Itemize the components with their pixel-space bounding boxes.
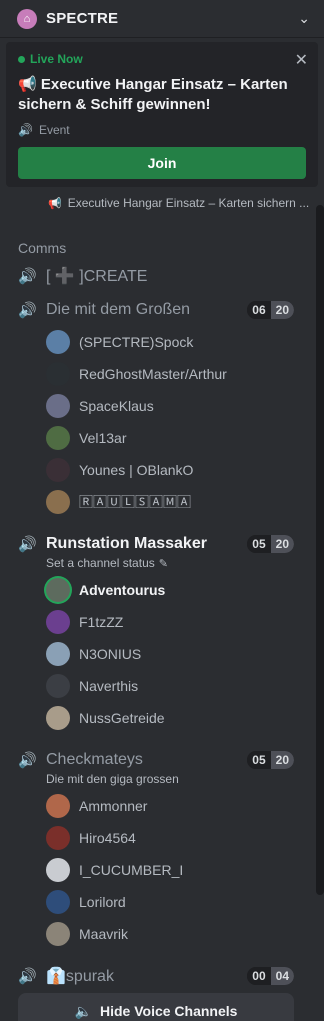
user-name: Younes | OBlankO <box>79 462 194 478</box>
user-name: Ammonner <box>79 798 148 814</box>
live-dot-icon <box>18 55 25 63</box>
user-limit: 20 <box>270 301 294 319</box>
voice-user[interactable]: 🅁🄰🅄🄻🅂🄰🄼🄰 <box>0 486 324 518</box>
user-count-badge: 05 20 <box>247 535 294 553</box>
scrollbar-thumb[interactable] <box>316 205 324 895</box>
channel-name: Runstation Massaker <box>46 535 207 552</box>
voice-user[interactable]: Vel13ar <box>0 422 324 454</box>
voice-channel[interactable]: 🔊 [ ➕ ]CREATE <box>0 260 324 292</box>
user-count-badge: 05 20 <box>247 751 294 769</box>
user-count: 05 <box>247 535 271 553</box>
live-label: Live Now <box>30 52 83 66</box>
voice-user[interactable]: Hiro4564 <box>0 822 324 854</box>
user-count-badge: 06 20 <box>247 301 294 319</box>
voice-channel-icon: 🔊 <box>18 268 37 285</box>
avatar <box>46 706 70 730</box>
user-limit: 04 <box>270 967 294 985</box>
user-name: Maavrik <box>79 926 129 942</box>
category-comms[interactable]: Comms <box>18 240 324 256</box>
speaker-icon: 🔊 <box>18 123 33 137</box>
hide-voice-channels-button[interactable]: 🔈 Hide Voice Channels <box>18 993 294 1021</box>
voice-user[interactable]: SpaceKlaus <box>0 390 324 422</box>
megaphone-icon: 📢 <box>48 197 62 210</box>
voice-user[interactable]: Ammonner <box>0 790 324 822</box>
megaphone-icon: 📢 <box>18 76 41 93</box>
avatar <box>46 394 70 418</box>
user-count: 06 <box>247 301 271 319</box>
voice-user[interactable]: Adventourus <box>0 574 324 606</box>
user-name: Adventourus <box>79 582 166 598</box>
voice-user[interactable]: F1tzZZ <box>0 606 324 638</box>
chevron-down-icon[interactable]: ⌄ <box>298 10 310 27</box>
user-name: Lorilord <box>79 894 126 910</box>
user-name: (SPECTRE)Spock <box>79 334 194 350</box>
avatar <box>46 362 70 386</box>
voice-user[interactable]: (SPECTRE)Spock <box>0 326 324 358</box>
voice-user[interactable]: Younes | OBlankO <box>0 454 324 486</box>
avatar <box>46 890 70 914</box>
speaker-icon: 🔈 <box>74 1002 92 1019</box>
avatar <box>46 458 70 482</box>
channel-list: 🔊[ ➕ ]CREATE 🔊 Die mit dem Großen 06 20 (SPEC… <box>0 260 324 992</box>
close-icon[interactable]: ✕ <box>295 50 308 70</box>
voice-user[interactable]: NussGetreide <box>0 702 324 734</box>
live-event-card: Live Now ✕ 📢 Executive Hangar Einsatz – … <box>6 42 318 187</box>
voice-channel[interactable]: 🔊 👔spurak 00 04 <box>0 960 324 992</box>
user-count: 00 <box>247 967 271 985</box>
channel-name: 👔spurak <box>46 968 114 985</box>
avatar <box>46 674 70 698</box>
channel-name: [ ➕ ]CREATE <box>46 268 148 285</box>
voice-channel-icon: 🔊 <box>18 752 37 769</box>
voice-channel[interactable]: 🔊 Die mit dem Großen 06 20 <box>0 294 324 326</box>
server-header[interactable]: ⌂ SPECTRE ⌄ <box>0 0 324 38</box>
avatar <box>46 922 70 946</box>
user-name: RedGhostMaster/Arthur <box>79 366 227 382</box>
voice-user[interactable]: Lorilord <box>0 886 324 918</box>
voice-user[interactable]: Maavrik <box>0 918 324 950</box>
voice-channel[interactable]: 🔊 Runstation Massaker 05 20 <box>0 528 324 560</box>
user-name: SpaceKlaus <box>79 398 154 414</box>
voice-user[interactable]: Naverthis <box>0 670 324 702</box>
user-limit: 20 <box>270 535 294 553</box>
user-name: Naverthis <box>79 678 139 694</box>
avatar <box>46 490 70 514</box>
house-icon: ⌂ <box>17 8 37 29</box>
channel-name: Die mit dem Großen <box>46 301 191 318</box>
join-button[interactable]: Join <box>18 147 306 179</box>
voice-channel-icon: 🔊 <box>18 968 37 985</box>
server-name: SPECTRE <box>46 10 119 27</box>
voice-channel[interactable]: 🔊 Checkmateys 05 20 <box>0 744 324 776</box>
avatar <box>46 642 70 666</box>
voice-user[interactable]: RedGhostMaster/Arthur <box>0 358 324 390</box>
user-name: F1tzZZ <box>79 614 124 630</box>
user-limit: 20 <box>270 751 294 769</box>
event-title: Executive Hangar Einsatz – Karten sicher… <box>18 76 288 113</box>
voice-channel-icon: 🔊 <box>18 536 37 553</box>
scrollbar[interactable] <box>316 205 324 895</box>
avatar <box>46 610 70 634</box>
avatar <box>46 578 70 602</box>
voice-channel-icon: 🔊 <box>18 302 37 319</box>
user-name: Hiro4564 <box>79 830 136 846</box>
user-name: N3ONIUS <box>79 646 142 662</box>
avatar <box>46 826 70 850</box>
channel-event-line[interactable]: 📢 Executive Hangar Einsatz – Karten sich… <box>48 196 324 210</box>
voice-user[interactable]: I_CUCUMBER_I <box>0 854 324 886</box>
voice-user[interactable]: N3ONIUS <box>0 638 324 670</box>
avatar <box>46 330 70 354</box>
avatar <box>46 794 70 818</box>
event-type: Event <box>38 123 70 137</box>
live-indicator: Live Now <box>18 52 306 66</box>
user-name: NussGetreide <box>79 710 165 726</box>
user-name: 🅁🄰🅄🄻🅂🄰🄼🄰 <box>79 494 191 510</box>
user-name: I_CUCUMBER_I <box>79 862 184 878</box>
user-name: Vel13ar <box>79 430 127 446</box>
avatar <box>46 426 70 450</box>
channel-name: Checkmateys <box>46 751 143 768</box>
avatar <box>46 858 70 882</box>
user-count: 05 <box>247 751 271 769</box>
user-count-badge: 00 04 <box>247 967 294 985</box>
